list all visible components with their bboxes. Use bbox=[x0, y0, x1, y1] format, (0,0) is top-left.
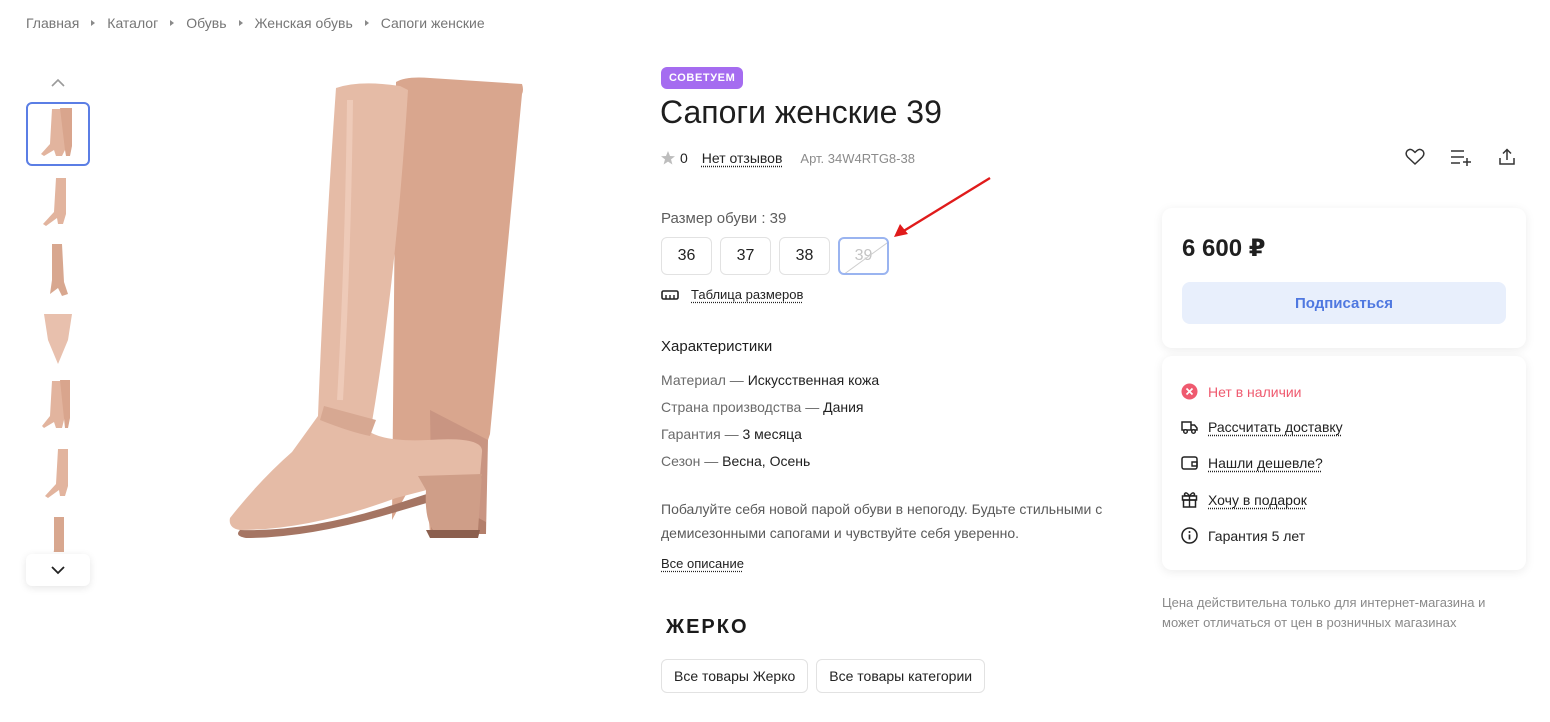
delivery-calc-label: Рассчитать доставку bbox=[1208, 419, 1343, 435]
boot-thumbnail-icon bbox=[43, 178, 66, 226]
favorite-button[interactable] bbox=[1404, 146, 1426, 168]
delivery-calc-link[interactable]: Рассчитать доставку bbox=[1181, 419, 1343, 435]
breadcrumb-home[interactable]: Главная bbox=[26, 15, 79, 31]
thumbnail-4[interactable] bbox=[26, 306, 90, 370]
share-icon bbox=[1499, 148, 1515, 165]
main-product-image[interactable] bbox=[200, 60, 560, 590]
characteristic-key: Страна производства — bbox=[661, 399, 824, 415]
rating-value: 0 bbox=[680, 150, 688, 166]
brand-logo[interactable]: ЖЕРКО bbox=[666, 616, 749, 639]
wish-gift-link[interactable]: Хочу в подарок bbox=[1181, 491, 1307, 508]
characteristic-value: Весна, Осень bbox=[722, 453, 811, 469]
warranty-info: Гарантия 5 лет bbox=[1181, 527, 1305, 544]
product-meta: 0 Нет отзывов Арт. 34W4RTG8-38 bbox=[660, 150, 915, 166]
boot-thumbnail-icon bbox=[53, 517, 64, 552]
product-title: Сапоги женские 39 bbox=[660, 94, 942, 130]
characteristic-row: Сезон — Весна, Осень bbox=[661, 448, 879, 475]
boot-thumbnail-icon bbox=[44, 314, 72, 364]
stock-status-label: Нет в наличии bbox=[1208, 383, 1302, 400]
gift-icon bbox=[1181, 492, 1198, 508]
price-note: Цена действительна только для интернет-м… bbox=[1162, 595, 1486, 630]
info-icon bbox=[1181, 527, 1198, 544]
price-card: 6 600 ₽ Подписаться bbox=[1162, 208, 1526, 348]
characteristic-row: Гарантия — 3 месяца bbox=[661, 421, 879, 448]
breadcrumb-separator-icon bbox=[238, 20, 243, 26]
characteristic-key: Сезон — bbox=[661, 453, 723, 469]
thumbnail-gallery bbox=[26, 66, 90, 586]
brand-buttons: Все товары Жерко Все товары категории bbox=[661, 659, 986, 693]
thumbnail-2[interactable] bbox=[26, 170, 90, 234]
breadcrumb-separator-icon bbox=[170, 20, 175, 26]
stock-status: Нет в наличии bbox=[1181, 383, 1302, 400]
size-option-37[interactable]: 37 bbox=[720, 237, 771, 275]
star-icon bbox=[661, 151, 675, 165]
characteristics-list: Материал — Искусственная кожа Страна про… bbox=[661, 367, 879, 475]
boot-thumbnail-icon bbox=[42, 380, 70, 428]
size-selector: 36 37 38 39 bbox=[661, 237, 889, 275]
characteristic-row: Страна производства — Дания bbox=[661, 394, 879, 421]
size-option-38[interactable]: 38 bbox=[779, 237, 830, 275]
add-to-list-icon bbox=[1451, 150, 1471, 166]
characteristic-key: Материал — bbox=[661, 372, 748, 388]
heart-icon bbox=[1405, 148, 1425, 166]
unavailable-strike-icon bbox=[841, 239, 887, 273]
share-button[interactable] bbox=[1496, 146, 1518, 168]
thumbnail-3[interactable] bbox=[26, 238, 90, 302]
boot-thumbnail-icon bbox=[50, 244, 68, 296]
characteristic-value: Дания bbox=[823, 399, 864, 415]
chevron-up-icon bbox=[51, 78, 65, 87]
size-option-36[interactable]: 36 bbox=[661, 237, 712, 275]
breadcrumb-separator-icon bbox=[91, 20, 96, 26]
close-circle-icon bbox=[1181, 383, 1198, 400]
characteristics-title: Характеристики bbox=[661, 338, 773, 355]
boot-thumbnail-icon bbox=[45, 449, 68, 498]
size-option-39[interactable]: 39 bbox=[838, 237, 889, 275]
subscribe-button[interactable]: Подписаться bbox=[1182, 282, 1506, 324]
thumbnail-6[interactable] bbox=[26, 442, 90, 506]
boots-image-icon bbox=[229, 77, 523, 538]
thumbnail-list bbox=[26, 102, 90, 552]
product-actions bbox=[1404, 146, 1518, 168]
thumbnail-1[interactable] bbox=[26, 102, 90, 166]
all-category-products-button[interactable]: Все товары категории bbox=[816, 659, 986, 693]
ruler-icon bbox=[661, 289, 679, 300]
reviews-link[interactable]: Нет отзывов bbox=[702, 150, 783, 166]
breadcrumb-women-shoes[interactable]: Женская обувь bbox=[255, 15, 353, 31]
thumb-scroll-down-button[interactable] bbox=[26, 554, 90, 586]
breadcrumb: Главная Каталог Обувь Женская обувь Сапо… bbox=[26, 15, 485, 31]
wish-gift-label: Хочу в подарок bbox=[1208, 491, 1307, 508]
warranty-label: Гарантия 5 лет bbox=[1208, 527, 1306, 544]
recommended-badge: СОВЕТУЕМ bbox=[661, 67, 744, 89]
info-card: Нет в наличии Рассчитать доставку Нашли … bbox=[1162, 356, 1526, 570]
size-label: Размер обуви : 39 bbox=[661, 210, 787, 227]
characteristic-key: Гарантия — bbox=[661, 426, 743, 442]
characteristic-value: 3 месяца bbox=[742, 426, 802, 442]
thumbnail-7[interactable] bbox=[26, 510, 90, 552]
breadcrumb-women-boots[interactable]: Сапоги женские bbox=[381, 15, 485, 31]
breadcrumb-shoes[interactable]: Обувь bbox=[186, 15, 226, 31]
wallet-icon bbox=[1181, 456, 1198, 470]
all-brand-products-button[interactable]: Все товары Жерко bbox=[661, 659, 809, 693]
size-table-link[interactable]: Таблица размеров bbox=[661, 287, 803, 302]
breadcrumb-catalog[interactable]: Каталог bbox=[107, 15, 158, 31]
characteristic-row: Материал — Искусственная кожа bbox=[661, 367, 879, 394]
size-table-label: Таблица размеров bbox=[691, 287, 804, 302]
found-cheaper-label: Нашли дешевле? bbox=[1208, 455, 1323, 471]
characteristic-value: Искусственная кожа bbox=[747, 372, 880, 388]
product-sku: Арт. 34W4RTG8-38 bbox=[800, 150, 915, 166]
thumb-scroll-up-button[interactable] bbox=[26, 66, 90, 98]
found-cheaper-link[interactable]: Нашли дешевле? bbox=[1181, 455, 1323, 471]
boot-thumbnail-icon bbox=[41, 108, 72, 156]
chevron-down-icon bbox=[51, 565, 65, 574]
annotation-arrow-icon bbox=[894, 176, 991, 237]
compare-button[interactable] bbox=[1450, 146, 1472, 168]
full-description-link[interactable]: Все описание bbox=[661, 556, 744, 571]
product-description: Побалуйте себя новой парой обуви в непог… bbox=[661, 501, 1103, 541]
thumbnail-5[interactable] bbox=[26, 374, 90, 438]
truck-icon bbox=[1181, 421, 1198, 434]
breadcrumb-separator-icon bbox=[364, 20, 369, 26]
product-price: 6 600 ₽ bbox=[1182, 235, 1266, 262]
